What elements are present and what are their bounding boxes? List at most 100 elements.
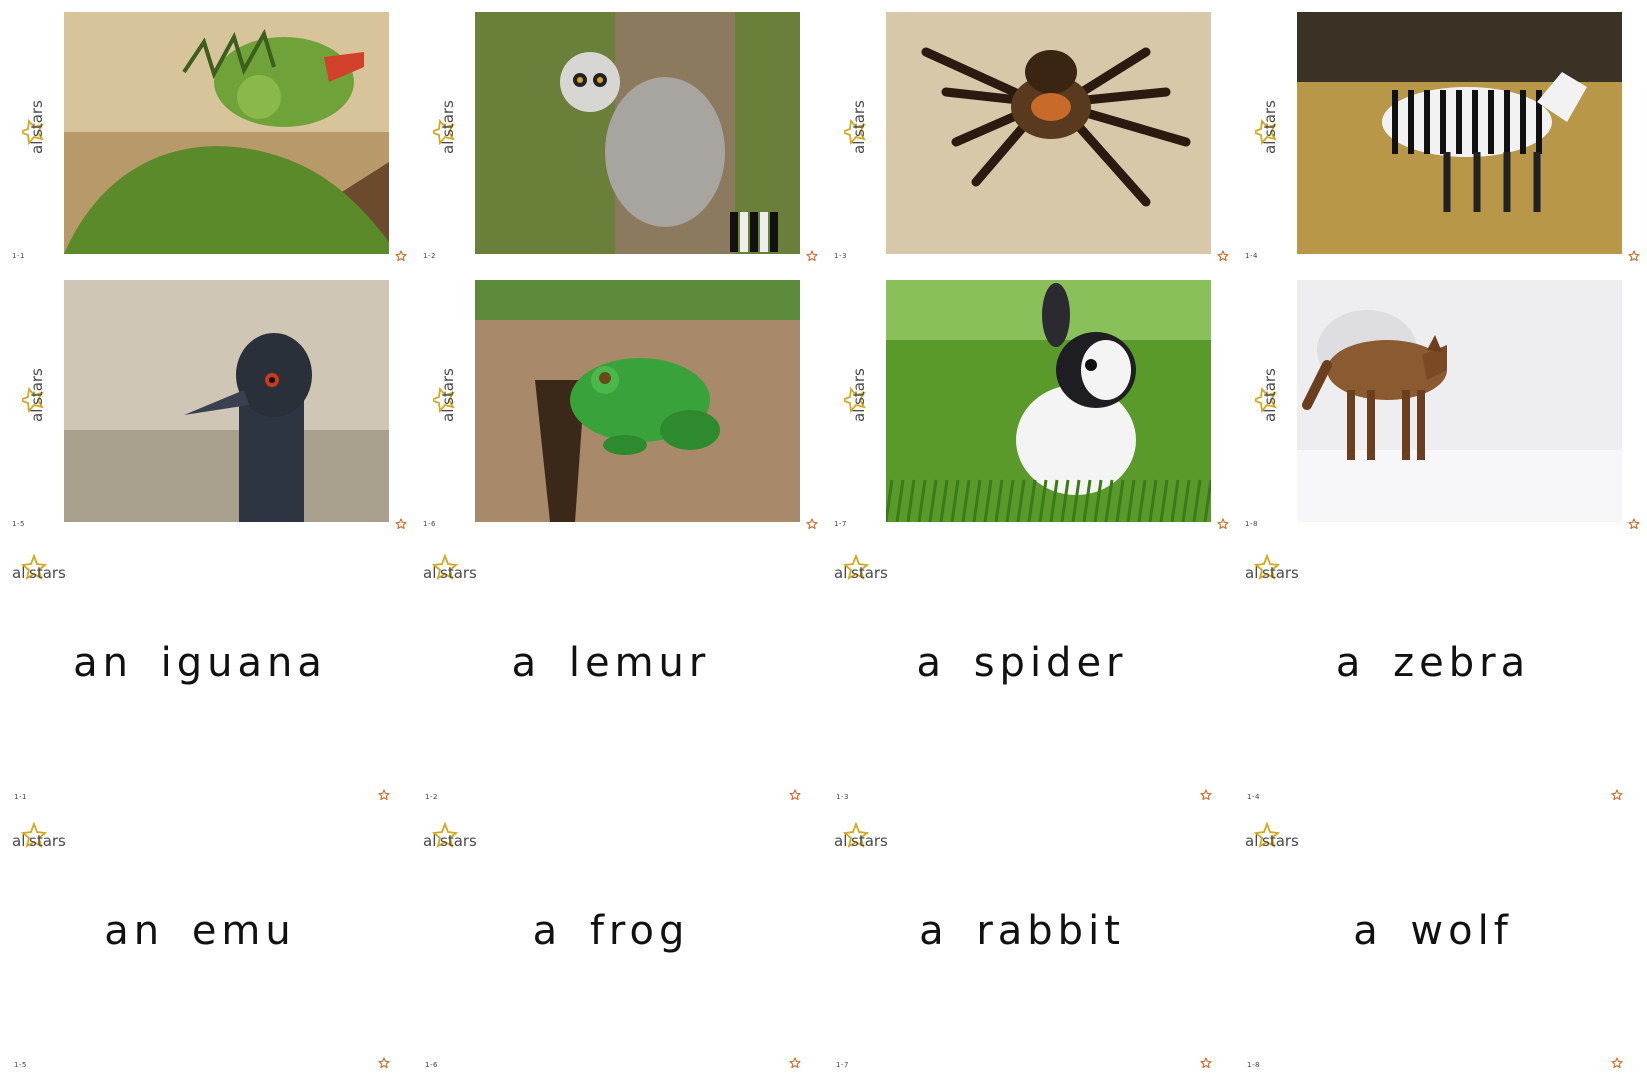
word-card: al stars a zebra 1-4 xyxy=(1233,536,1644,806)
brand-text-stars: stars xyxy=(29,832,66,850)
allstars-logo: alstars xyxy=(22,368,46,422)
brand-text-stars: stars xyxy=(1261,100,1279,137)
word-label: an emu xyxy=(104,908,296,954)
star-icon xyxy=(1200,789,1212,801)
brand-text-stars: stars xyxy=(440,832,477,850)
brand-text-al: al xyxy=(423,564,436,582)
allstars-logo: al stars xyxy=(433,100,457,154)
brand-text-stars: stars xyxy=(850,368,868,405)
brand-text-al: al xyxy=(1261,141,1279,154)
picture-card-emu: al stars 1-5 xyxy=(0,268,411,538)
brand-text-al: al xyxy=(834,564,847,582)
brand-text-stars: stars xyxy=(851,564,888,582)
brand-text-stars: stars xyxy=(1262,832,1299,850)
brand-text-stars: stars xyxy=(1262,564,1299,582)
star-icon xyxy=(806,518,818,530)
card-code: 1-3 xyxy=(836,793,849,801)
brand-text-al: al xyxy=(423,832,436,850)
brand-text-stars: stars xyxy=(439,368,457,405)
word-card: al stars an emu 1-5 xyxy=(0,804,411,1074)
card-code: 1-4 xyxy=(1245,252,1258,260)
word-label: a frog xyxy=(532,908,690,954)
iguana-photo xyxy=(64,12,389,254)
allstars-logo: al stars xyxy=(1255,100,1279,154)
picture-card-rabbit: al stars 1-7 xyxy=(822,268,1233,538)
allstars-logo: al stars xyxy=(1255,368,1279,422)
card-code: 1-8 xyxy=(1247,1061,1260,1069)
picture-card-frog: al stars 1-6 xyxy=(411,268,822,538)
star-icon xyxy=(1217,250,1229,262)
brand-text-stars: stars xyxy=(29,564,66,582)
card-code: 1-7 xyxy=(836,1061,849,1069)
word-card: al stars a frog 1-6 xyxy=(411,804,822,1074)
emu-photo xyxy=(64,280,389,522)
word-label: a wolf xyxy=(1353,908,1513,954)
star-icon xyxy=(1611,1057,1623,1069)
rabbit-photo xyxy=(886,280,1211,522)
spider-photo xyxy=(886,12,1211,254)
zebra-photo xyxy=(1297,12,1622,254)
star-icon xyxy=(1611,789,1623,801)
frog-photo xyxy=(475,280,800,522)
allstars-logo: alstars xyxy=(834,554,888,582)
brand-text-al: al xyxy=(12,564,25,582)
brand-text-al: al xyxy=(12,832,25,850)
picture-card-zebra: al stars 1-4 xyxy=(1233,0,1644,270)
card-code: 1-7 xyxy=(834,520,847,528)
word-card: al stars an iguana 1-1 xyxy=(0,536,411,806)
card-code: 1-2 xyxy=(423,252,436,260)
word-label: a lemur xyxy=(511,640,711,686)
allstars-logo: alstars xyxy=(423,822,477,850)
allstars-logo: al stars xyxy=(844,368,868,422)
picture-card-iguana: al stars 1-1 xyxy=(0,0,411,270)
star-icon xyxy=(395,518,407,530)
star-icon xyxy=(378,789,390,801)
card-code: 1-1 xyxy=(14,793,27,801)
allstars-logo: al stars xyxy=(433,368,457,422)
star-icon xyxy=(1217,518,1229,530)
brand-text-al: al xyxy=(834,832,847,850)
lemur-photo xyxy=(475,12,800,254)
brand-text-stars: stars xyxy=(440,564,477,582)
star-icon xyxy=(395,250,407,262)
allstars-logo: al stars xyxy=(844,100,868,154)
brand-text-stars: stars xyxy=(850,100,868,137)
brand-text-al: al xyxy=(1261,409,1279,422)
allstars-logo: al stars xyxy=(22,100,46,154)
brand-text-al: al xyxy=(1245,564,1258,582)
card-code: 1-6 xyxy=(423,520,436,528)
card-code: 1-5 xyxy=(14,1061,27,1069)
brand-text-stars: stars xyxy=(851,832,888,850)
star-icon xyxy=(1628,250,1640,262)
word-label: a rabbit xyxy=(919,908,1125,954)
word-card: al stars a rabbit 1-7 xyxy=(822,804,1233,1074)
card-code: 1-3 xyxy=(834,252,847,260)
allstars-logo: alstars xyxy=(1245,554,1299,582)
picture-card-spider: al stars 1-3 xyxy=(822,0,1233,270)
brand-text-al: al xyxy=(439,141,457,154)
star-icon xyxy=(1200,1057,1212,1069)
word-card: al stars a wolf 1-8 xyxy=(1233,804,1644,1074)
card-code: 1-2 xyxy=(425,793,438,801)
allstars-logo: alstars xyxy=(423,554,477,582)
picture-card-lemur: al stars 1-2 xyxy=(411,0,822,270)
wolf-photo xyxy=(1297,280,1622,522)
brand-text-al: al xyxy=(850,141,868,154)
brand-text-al: al xyxy=(850,409,868,422)
word-card: al stars a lemur 1-2 xyxy=(411,536,822,806)
card-code: 1-6 xyxy=(425,1061,438,1069)
brand-text-al: al xyxy=(439,409,457,422)
card-code: 1-1 xyxy=(12,252,25,260)
brand-text-stars: stars xyxy=(28,100,46,137)
star-icon xyxy=(789,1057,801,1069)
picture-card-wolf: al stars 1-8 xyxy=(1233,268,1644,538)
brand-text-al: al xyxy=(28,141,46,154)
allstars-logo: alstars xyxy=(834,822,888,850)
brand-text-al: al xyxy=(1245,832,1258,850)
allstars-logo: alstars xyxy=(1245,822,1299,850)
card-code: 1-5 xyxy=(12,520,25,528)
brand-text-stars: stars xyxy=(28,368,46,405)
brand-text-stars: stars xyxy=(439,100,457,137)
word-label: a spider xyxy=(916,640,1128,686)
brand-text-stars: stars xyxy=(1261,368,1279,405)
